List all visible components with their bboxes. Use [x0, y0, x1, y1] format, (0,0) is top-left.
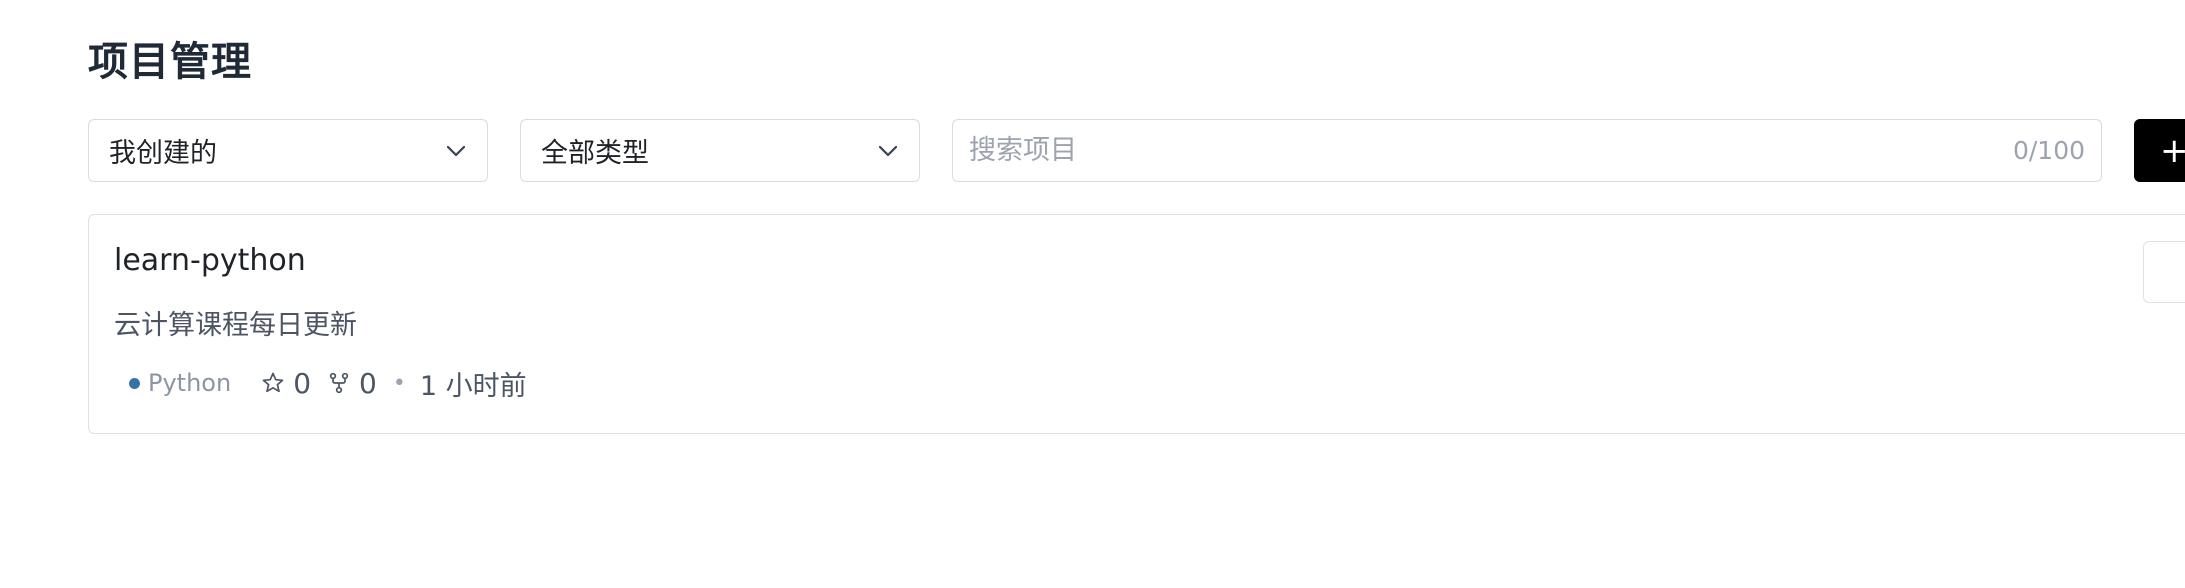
project-language: Python — [148, 369, 232, 397]
updated-time: 1 小时前 — [419, 370, 527, 402]
fork-count-value: 0 — [359, 366, 377, 400]
page-title: 项目管理 — [88, 39, 252, 85]
owner-filter-select[interactable]: 我创建的 — [88, 119, 488, 182]
star-count: 0 — [261, 367, 311, 400]
new-project-button[interactable]: + — [2134, 119, 2185, 182]
search-char-counter: 0/100 — [2012, 136, 2085, 165]
project-action-button[interactable] — [2143, 241, 2185, 303]
new-project-button-label: + — [2160, 130, 2185, 171]
project-name[interactable]: learn-python — [114, 243, 306, 278]
meta-separator: • — [392, 370, 406, 396]
project-description: 云计算课程每日更新 — [114, 310, 357, 341]
owner-filter-value: 我创建的 — [109, 138, 217, 169]
search-input[interactable] — [969, 135, 2003, 166]
chevron-down-icon — [877, 140, 899, 162]
type-filter-value: 全部类型 — [541, 138, 649, 169]
star-icon — [262, 372, 284, 393]
language-color-dot — [129, 377, 140, 389]
chevron-down-icon — [445, 140, 467, 162]
fork-icon — [329, 372, 349, 394]
type-filter-select[interactable]: 全部类型 — [520, 119, 920, 182]
project-meta: Python 0 0 • 1 小时前 — [129, 365, 527, 402]
search-field[interactable]: 0/100 — [952, 119, 2102, 182]
star-count-value: 0 — [293, 366, 312, 400]
project-card[interactable]: learn-python 云计算课程每日更新 Python 0 0 • 1 小时… — [88, 214, 2185, 434]
fork-count: 0 — [327, 367, 377, 400]
